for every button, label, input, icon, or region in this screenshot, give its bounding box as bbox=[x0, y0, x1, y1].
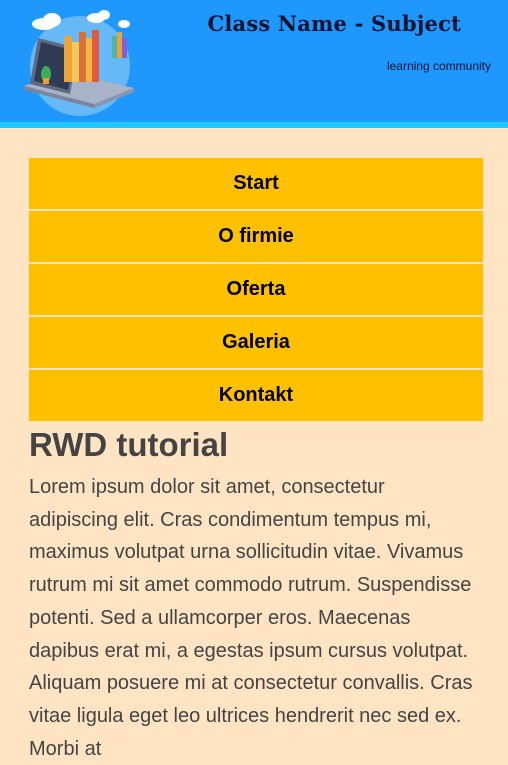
page-heading: RWD tutorial bbox=[29, 426, 229, 463]
site-title: Class Name - Subject bbox=[207, 11, 461, 36]
nav-item-oferta[interactable]: Oferta bbox=[29, 264, 483, 315]
body-text: Lorem ipsum dolor sit amet, consectetur … bbox=[29, 476, 473, 760]
nav-item-start[interactable]: Start bbox=[29, 158, 483, 209]
site-header: Class Name - Subject learning community bbox=[0, 0, 508, 128]
nav-item-kontakt[interactable]: Kontakt bbox=[29, 370, 483, 421]
nav-item-galeria[interactable]: Galeria bbox=[29, 317, 483, 368]
main-content: RWD tutorial Lorem ipsum dolor sit amet,… bbox=[29, 425, 479, 765]
main-nav: Start O firmie Oferta Galeria Kontakt bbox=[29, 158, 483, 421]
nav-item-o-firmie[interactable]: O firmie bbox=[29, 211, 483, 262]
site-tagline: learning community bbox=[386, 59, 491, 73]
laptop-books-illustration-icon bbox=[24, 10, 134, 116]
